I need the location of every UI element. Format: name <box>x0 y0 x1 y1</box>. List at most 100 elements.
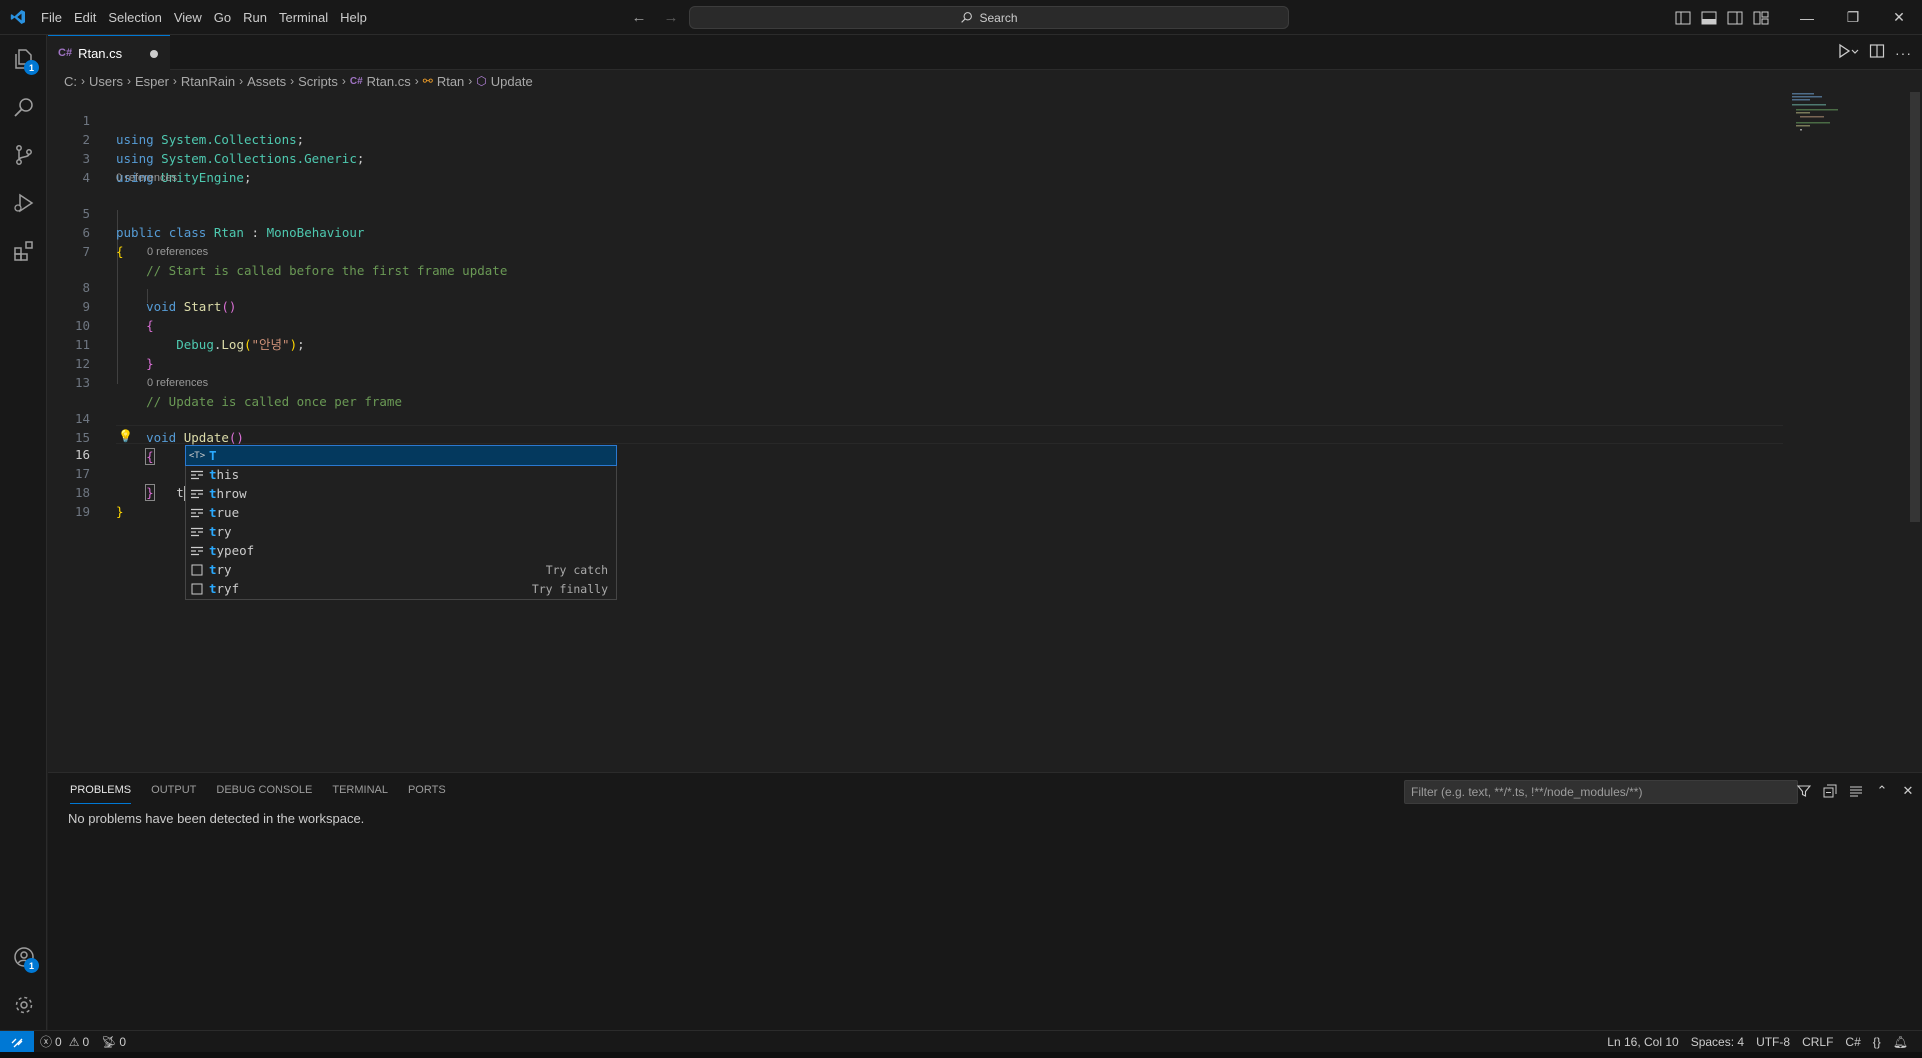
code-line: 2 using System.Collections.Generic; <box>48 111 1783 166</box>
menu-file[interactable]: File <box>35 0 68 35</box>
end-of-line[interactable]: CRLF <box>1796 1031 1839 1053</box>
remote-indicator-icon[interactable] <box>0 1030 34 1053</box>
code-line: 16 💡 t <box>48 426 1783 501</box>
menu-terminal[interactable]: Terminal <box>273 0 334 35</box>
chevron-right-icon: › <box>414 74 419 88</box>
toggle-panel-icon[interactable] <box>1696 0 1722 35</box>
keyword-icon <box>189 468 205 482</box>
more-actions-icon[interactable]: ··· <box>1895 45 1912 61</box>
suggestion-rest: his <box>216 467 240 482</box>
menu-view[interactable]: View <box>168 0 208 35</box>
tab-terminal[interactable]: TERMINAL <box>322 773 398 808</box>
suggestion-match: t <box>209 543 217 558</box>
encoding[interactable]: UTF-8 <box>1750 1031 1796 1053</box>
chevron-right-icon: › <box>172 74 177 88</box>
extensions-icon[interactable] <box>0 227 47 275</box>
type-parameter-icon: <T> <box>188 450 206 461</box>
code-line: 7 // Start is called before the first fr… <box>48 223 1783 278</box>
tab-ports[interactable]: PORTS <box>398 773 456 808</box>
minimize-icon[interactable]: — <box>1784 0 1830 35</box>
forward-arrow-icon[interactable]: → <box>660 9 682 26</box>
csharp-file-icon: C# <box>58 47 73 59</box>
breadcrumb-item[interactable]: Esper <box>135 74 169 89</box>
suggestion-item[interactable]: try Try catch <box>186 560 616 579</box>
run-file-icon[interactable] <box>1837 43 1859 62</box>
scroll-thumb[interactable] <box>1910 92 1920 522</box>
suggestion-item[interactable]: throw <box>186 484 616 503</box>
menu-go[interactable]: Go <box>208 0 237 35</box>
breadcrumb-item[interactable]: Scripts <box>298 74 338 89</box>
codelens-references[interactable]: 0 references <box>147 244 208 260</box>
search-view-icon[interactable] <box>0 83 47 131</box>
suggestion-item[interactable]: this <box>186 465 616 484</box>
explorer-icon[interactable]: 1 <box>0 35 47 83</box>
indentation[interactable]: Spaces: 4 <box>1685 1031 1750 1053</box>
problems-status[interactable]: ⓧ 0 ⚠ 0 <box>34 1031 95 1053</box>
menu-run[interactable]: Run <box>237 0 273 35</box>
ports-status[interactable]: 📡︎ 0 <box>95 1031 132 1053</box>
snippet-icon <box>189 582 205 596</box>
breadcrumb-class[interactable]: Rtan <box>437 74 464 89</box>
keyword-icon <box>189 525 205 539</box>
code-editor[interactable]: 1 using System.Collections; 2 using Syst… <box>48 92 1922 772</box>
suggestion-item[interactable]: tryf Try finally <box>186 579 616 598</box>
breadcrumb-item[interactable]: RtanRain <box>181 74 235 89</box>
editor-tab-bar: C# Rtan.cs ··· <box>48 35 1922 70</box>
tab-rtan-cs[interactable]: C# Rtan.cs <box>48 35 170 70</box>
toggle-secondary-sidebar-icon[interactable] <box>1722 0 1748 35</box>
close-panel-icon[interactable]: ✕ <box>1898 781 1918 801</box>
suggestion-item[interactable]: <T> T <box>185 445 617 466</box>
unsaved-dot-icon[interactable] <box>150 50 158 58</box>
explorer-badge: 1 <box>24 60 39 75</box>
menu-help[interactable]: Help <box>334 0 373 35</box>
view-as-list-icon[interactable] <box>1846 781 1866 801</box>
language-status-icon[interactable]: {} <box>1867 1031 1887 1053</box>
maximize-panel-icon[interactable]: ⌃ <box>1872 781 1892 801</box>
command-center-search[interactable]: Search <box>689 6 1289 29</box>
suggestion-item[interactable]: true <box>186 503 616 522</box>
codelens-references[interactable]: 0 references <box>147 375 208 391</box>
customize-layout-icon[interactable] <box>1748 0 1774 35</box>
breadcrumb-file[interactable]: Rtan.cs <box>367 74 411 89</box>
menu-selection[interactable]: Selection <box>102 0 167 35</box>
suggestion-item[interactable]: try <box>186 522 616 541</box>
breadcrumb-item[interactable]: C: <box>64 74 77 89</box>
close-window-icon[interactable]: ✕ <box>1876 0 1922 35</box>
suggestion-rest: ry <box>216 524 232 539</box>
keyword-icon <box>189 506 205 520</box>
suggestion-rest: ryf <box>216 581 240 596</box>
suggestion-rest: ypeof <box>216 543 255 558</box>
tab-output[interactable]: OUTPUT <box>141 773 206 808</box>
suggestion-match: t <box>209 581 217 596</box>
chevron-right-icon: › <box>290 74 295 88</box>
lightbulb-icon[interactable]: 💡 <box>118 427 133 446</box>
restore-icon[interactable]: ❐ <box>1830 0 1876 35</box>
accounts-icon[interactable]: 1 <box>0 933 47 981</box>
tab-debug-console[interactable]: DEBUG CONSOLE <box>206 773 322 808</box>
filter-icon[interactable] <box>1794 781 1814 801</box>
problems-filter-input[interactable]: Filter (e.g. text, **/*.ts, !**/node_mod… <box>1404 780 1798 804</box>
toggle-primary-sidebar-icon[interactable] <box>1670 0 1696 35</box>
search-icon <box>961 12 973 23</box>
source-control-icon[interactable] <box>0 131 47 179</box>
editor-scrollbar[interactable] <box>1908 92 1922 772</box>
codelens-references[interactable]: 0 references <box>116 170 177 186</box>
notifications-bell-icon[interactable]: 🔔︎ <box>1887 1031 1914 1053</box>
run-and-debug-icon[interactable] <box>0 179 47 227</box>
back-arrow-icon[interactable]: ← <box>628 9 650 26</box>
minimap[interactable] <box>1790 92 1910 152</box>
breadcrumb-item[interactable]: Users <box>89 74 123 89</box>
breadcrumb-item[interactable]: Assets <box>247 74 286 89</box>
collapse-all-icon[interactable] <box>1820 781 1840 801</box>
warning-count: 0 <box>82 1034 90 1049</box>
settings-gear-icon[interactable] <box>0 981 47 1029</box>
accounts-badge: 1 <box>24 958 39 973</box>
menu-edit[interactable]: Edit <box>68 0 102 35</box>
cursor-position[interactable]: Ln 16, Col 10 <box>1601 1031 1684 1053</box>
suggestion-item[interactable]: typeof <box>186 541 616 560</box>
language-mode[interactable]: C# <box>1839 1031 1866 1053</box>
tab-problems[interactable]: PROBLEMS <box>60 773 141 808</box>
split-editor-icon[interactable] <box>1869 43 1885 62</box>
code-line: 9 { <box>48 278 1783 333</box>
breadcrumb-method[interactable]: Update <box>491 74 533 89</box>
